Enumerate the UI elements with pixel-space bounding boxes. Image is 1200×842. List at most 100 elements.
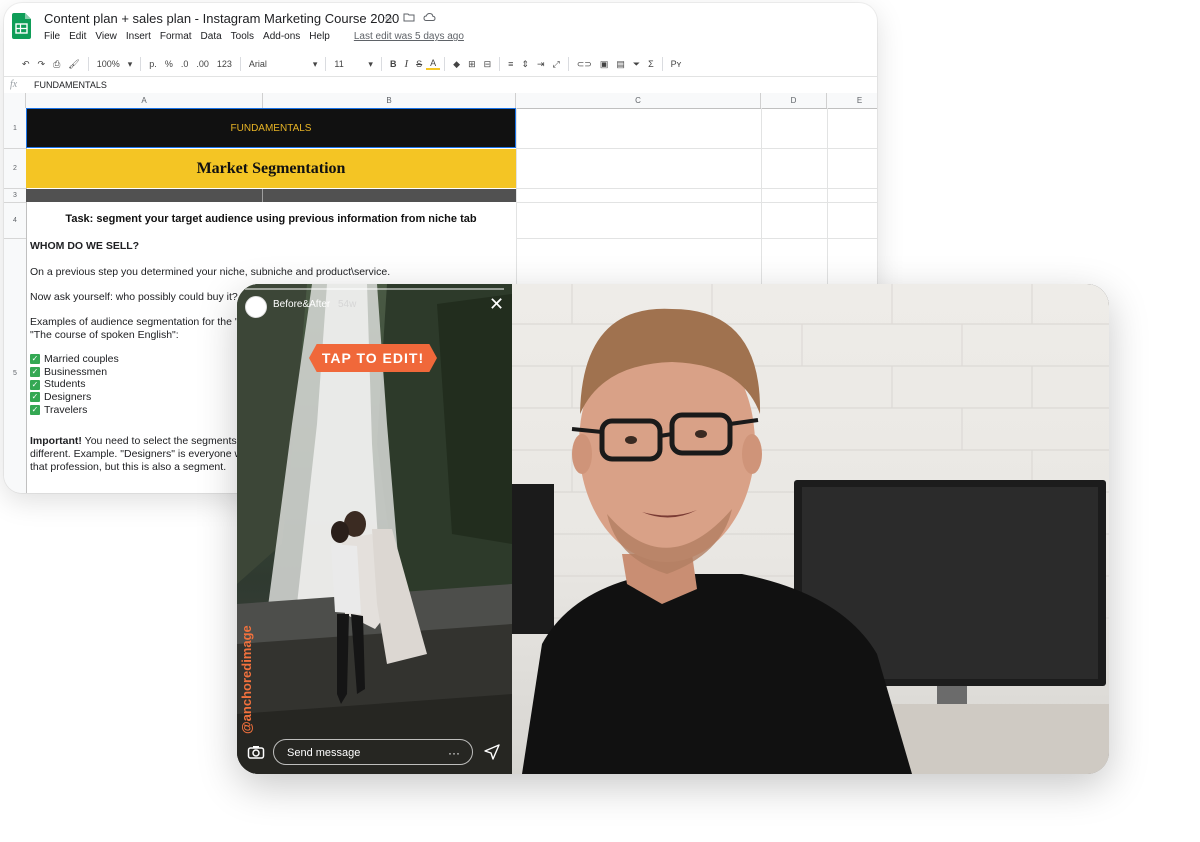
- menu-view[interactable]: View: [95, 31, 117, 42]
- formula-input[interactable]: FUNDAMENTALS: [34, 80, 107, 90]
- menu-help[interactable]: Help: [309, 31, 330, 42]
- send-icon[interactable]: [483, 743, 501, 761]
- row-header-2[interactable]: 2: [4, 149, 26, 189]
- input-tools-icon[interactable]: Pʏ: [667, 59, 686, 69]
- select-all-corner[interactable]: [4, 93, 26, 108]
- grid-line: [516, 202, 877, 203]
- chart-icon[interactable]: ▤: [612, 59, 629, 70]
- row-header-1[interactable]: 1: [4, 108, 26, 149]
- column-header-e[interactable]: E: [827, 93, 877, 108]
- grid-line: [516, 148, 877, 149]
- font-chevron-icon[interactable]: ▾: [309, 59, 322, 70]
- strikethrough-button[interactable]: S: [412, 59, 426, 69]
- number-format-button[interactable]: 123: [213, 59, 236, 69]
- segment-label: Businessmen: [44, 365, 108, 378]
- tap-to-edit-sticker[interactable]: TAP TO EDIT!: [309, 344, 437, 372]
- currency-button[interactable]: p.: [145, 59, 161, 69]
- folder-icon[interactable]: [403, 11, 415, 27]
- cell-split: [262, 189, 263, 202]
- toolbar: ↶ ↷ ⎙ 🖌︎ 100% ▾ p. % .0 .00 123 Arial ▾ …: [4, 52, 877, 76]
- presenter-video[interactable]: [512, 284, 1109, 774]
- italic-button[interactable]: I: [400, 58, 412, 70]
- story-username[interactable]: Before&After: [273, 299, 330, 310]
- vertical-align-icon[interactable]: ⇕: [517, 59, 533, 70]
- checkbox-checked-icon: ✓: [30, 354, 40, 365]
- menu-insert[interactable]: Insert: [126, 31, 151, 42]
- zoom-chevron-icon[interactable]: ▾: [124, 59, 137, 70]
- close-icon[interactable]: ✕: [489, 295, 504, 313]
- segment-label: Travelers: [44, 403, 88, 416]
- instagram-story[interactable]: Before&After 54w ✕ TAP TO EDIT! @anchore…: [237, 284, 512, 774]
- menu-bar: File Edit View Insert Format Data Tools …: [44, 31, 464, 42]
- menu-file[interactable]: File: [44, 31, 60, 42]
- redo-icon[interactable]: ↷: [34, 59, 50, 70]
- undo-icon[interactable]: ↶: [18, 59, 34, 70]
- send-message-input[interactable]: Send message ···: [273, 739, 473, 765]
- who-heading: WHOM DO WE SELL?: [30, 240, 140, 252]
- toolbar-divider: [444, 57, 446, 71]
- bold-button[interactable]: B: [386, 59, 401, 69]
- row-header-3[interactable]: 3: [4, 189, 26, 203]
- star-icon[interactable]: ☆: [383, 11, 395, 27]
- content-line: On a previous step you determined your n…: [30, 266, 391, 278]
- text-wrap-icon[interactable]: ⇥: [533, 59, 549, 70]
- menu-tools[interactable]: Tools: [231, 31, 254, 42]
- row-header-5[interactable]: 5: [4, 239, 26, 493]
- fill-color-icon[interactable]: ◆: [449, 59, 464, 70]
- paint-format-icon[interactable]: 🖌︎: [64, 59, 83, 70]
- text-color-button[interactable]: A: [426, 58, 441, 70]
- borders-icon[interactable]: ⊞: [464, 59, 480, 70]
- percent-button[interactable]: %: [161, 59, 177, 69]
- important-label: Important!: [30, 435, 82, 448]
- decrease-decimal-button[interactable]: .0: [177, 59, 193, 69]
- menu-edit[interactable]: Edit: [69, 31, 86, 42]
- column-header-a[interactable]: A: [26, 93, 263, 108]
- column-header-d[interactable]: D: [761, 93, 827, 108]
- row-header-4[interactable]: 4: [4, 203, 26, 239]
- sheets-logo-icon[interactable]: [12, 13, 31, 39]
- story-handle: @anchoredimage: [239, 625, 254, 734]
- row-headers: 1 2 3 4 5: [4, 108, 27, 493]
- comment-icon[interactable]: ▣: [596, 59, 613, 70]
- print-icon[interactable]: ⎙: [49, 59, 64, 70]
- toolbar-divider: [87, 57, 89, 71]
- font-size-select[interactable]: 11: [330, 59, 364, 69]
- camera-icon[interactable]: [247, 743, 265, 761]
- column-header-b[interactable]: B: [263, 93, 516, 108]
- align-left-icon[interactable]: ≡: [504, 59, 517, 69]
- menu-data[interactable]: Data: [201, 31, 222, 42]
- document-title[interactable]: Content plan + sales plan - Instagram Ma…: [44, 11, 399, 26]
- filter-icon[interactable]: ⏷: [629, 59, 644, 70]
- cell-fundamentals[interactable]: FUNDAMENTALS: [26, 108, 516, 148]
- segment-label: Married couples: [44, 352, 119, 365]
- menu-addons[interactable]: Add-ons: [263, 31, 300, 42]
- increase-decimal-button[interactable]: .00: [192, 59, 213, 69]
- column-header-c[interactable]: C: [516, 93, 761, 108]
- video-player[interactable]: Before&After 54w ✕ TAP TO EDIT! @anchore…: [237, 284, 1109, 774]
- merge-cells-icon[interactable]: ⊟: [480, 59, 496, 70]
- checkbox-checked-icon: ✓: [30, 367, 40, 378]
- cloud-icon[interactable]: [423, 11, 436, 27]
- more-options-icon[interactable]: ···: [448, 740, 460, 766]
- send-message-placeholder: Send message: [287, 747, 361, 759]
- toolbar-divider: [140, 57, 142, 71]
- cell-market-segmentation[interactable]: Market Segmentation: [26, 149, 516, 188]
- avatar[interactable]: [245, 296, 267, 318]
- text-rotation-icon[interactable]: ⤢: [549, 59, 564, 70]
- toolbar-divider: [567, 57, 569, 71]
- cell-task[interactable]: Task: segment your target audience using…: [26, 204, 516, 234]
- grid-line: [516, 188, 877, 189]
- size-chevron-icon[interactable]: ▾: [364, 59, 377, 70]
- segment-label: Students: [44, 378, 86, 391]
- link-icon[interactable]: ⊂⊃: [573, 59, 596, 70]
- functions-button[interactable]: Σ: [644, 59, 658, 69]
- last-edit-link[interactable]: Last edit was 5 days ago: [354, 31, 464, 42]
- zoom-select[interactable]: 100%: [93, 59, 124, 69]
- font-select[interactable]: Arial: [245, 59, 309, 69]
- menu-format[interactable]: Format: [160, 31, 192, 42]
- toolbar-divider: [239, 57, 241, 71]
- story-timestamp: 54w: [338, 299, 357, 310]
- checkbox-checked-icon: ✓: [30, 392, 40, 403]
- checkbox-checked-icon: ✓: [30, 405, 40, 416]
- cell-divider-row[interactable]: [26, 189, 516, 202]
